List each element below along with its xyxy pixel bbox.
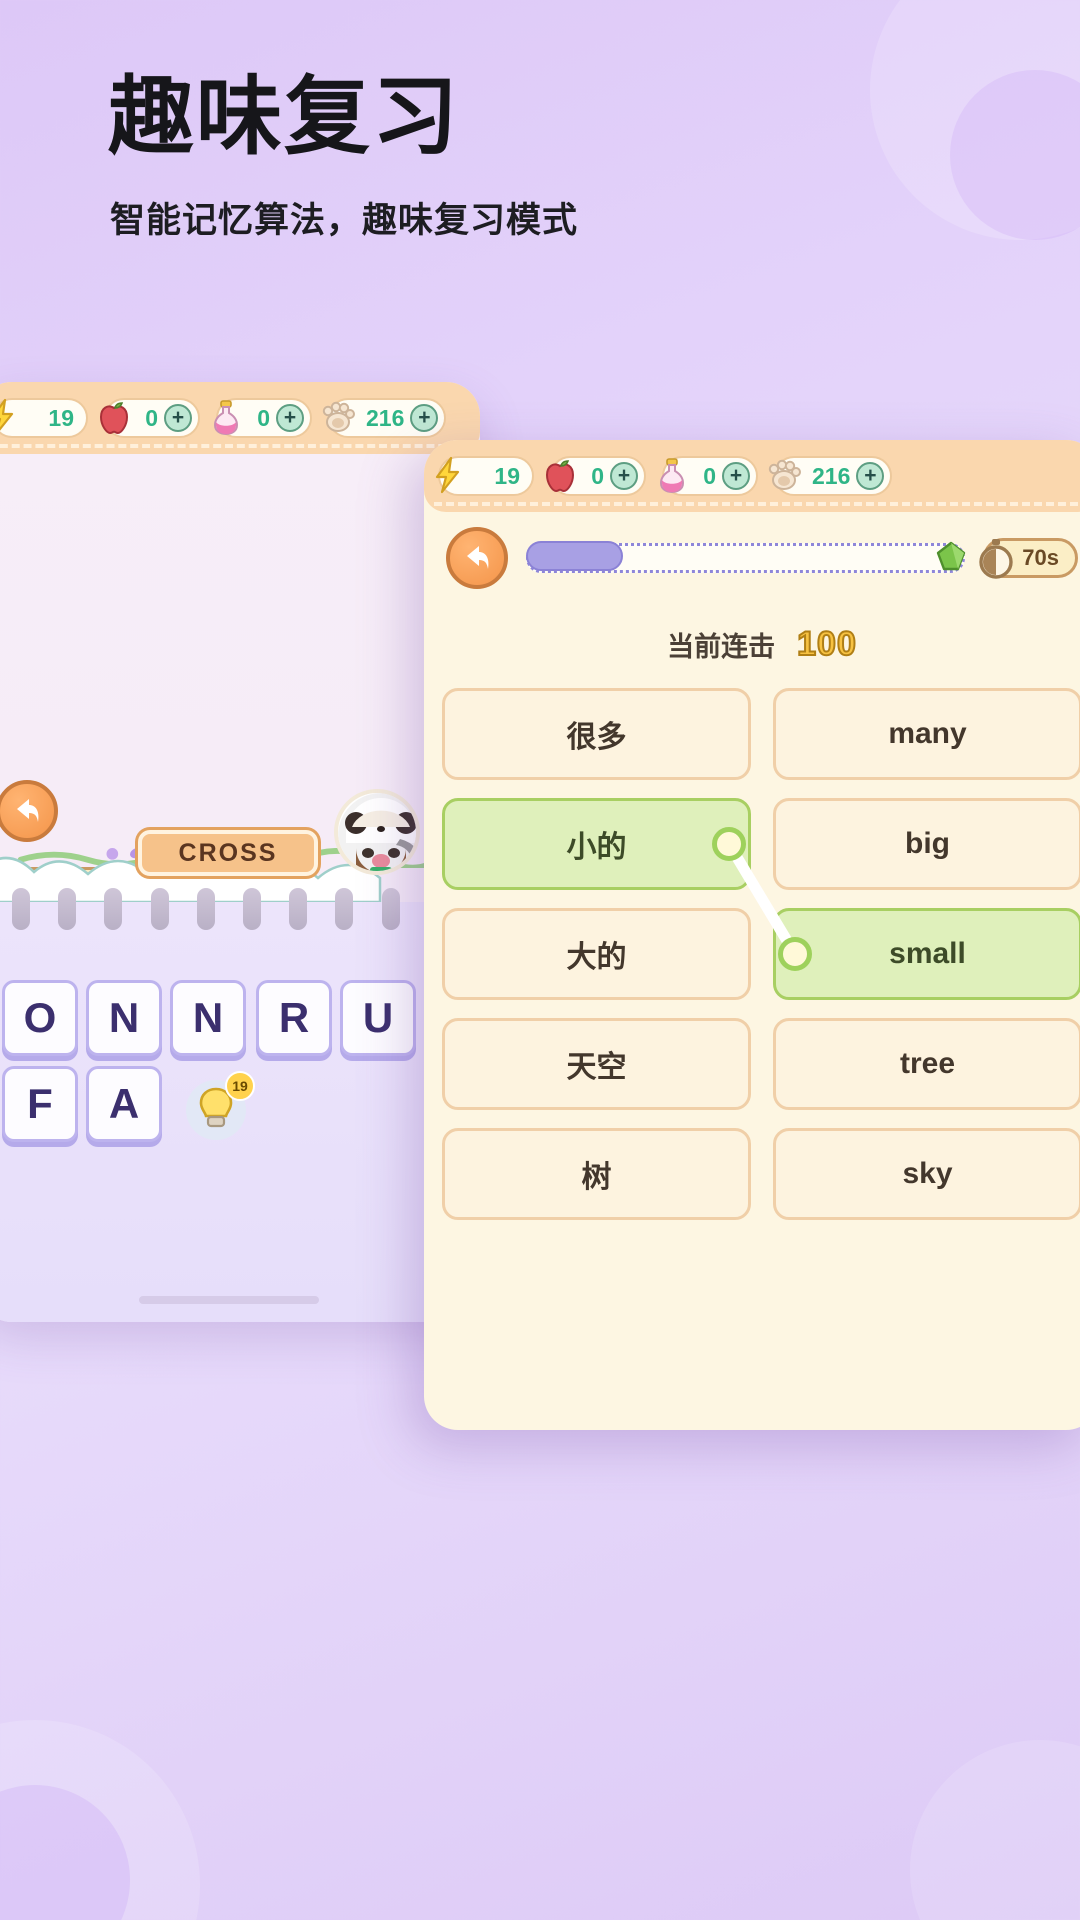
match-card-zh[interactable]: 很多 <box>442 688 751 780</box>
letter-tile[interactable]: A <box>86 1066 162 1142</box>
match-card-zh[interactable]: 大的 <box>442 908 751 1000</box>
resource-lightning-value: 19 <box>48 404 74 431</box>
ring <box>243 888 262 930</box>
resource-apple-value: 0 <box>145 404 158 431</box>
potion-icon <box>659 458 685 494</box>
combo-label: 当前连击 <box>667 632 776 662</box>
right-timer-value: 70s <box>1022 545 1059 570</box>
right-resource-lightning[interactable]: 19 <box>435 456 534 496</box>
right-resource-potion-value: 0 <box>703 462 716 489</box>
letter-tile[interactable]: N <box>170 980 246 1056</box>
home-indicator <box>139 1296 319 1304</box>
paw-icon <box>322 401 355 432</box>
right-resource-lightning-value: 19 <box>494 462 520 489</box>
resource-paw-add-button[interactable]: + <box>410 404 439 432</box>
match-card-en[interactable]: small <box>773 908 1080 1000</box>
hint-button[interactable]: 19 <box>183 1071 255 1143</box>
decor-blob-top-right-2 <box>950 70 1080 240</box>
ring <box>381 888 400 930</box>
right-resource-potion-add-button[interactable]: + <box>722 462 750 490</box>
apple-icon <box>545 460 575 493</box>
decor-blob-top-right <box>870 0 1080 240</box>
resource-lightning[interactable]: 19 <box>0 398 88 438</box>
resource-potion-add-button[interactable]: + <box>276 404 304 432</box>
resource-paw-value: 216 <box>366 404 405 431</box>
mode-banner: CROSS <box>138 830 318 876</box>
resource-potion[interactable]: 0 + <box>213 398 312 438</box>
decor-blob-bottom-left-2 <box>0 1785 130 1920</box>
right-resource-apple[interactable]: 0 + <box>545 456 646 496</box>
apple-icon <box>99 402 129 435</box>
avatar[interactable] <box>334 789 420 875</box>
paw-icon <box>768 459 801 490</box>
decor-blob-bottom-right <box>910 1740 1080 1920</box>
right-resource-paw-add-button[interactable]: + <box>856 462 885 490</box>
potion-icon <box>213 400 239 436</box>
letter-tile[interactable]: R <box>256 980 332 1056</box>
progress-fill <box>526 541 623 571</box>
ring <box>289 888 308 930</box>
combo-indicator: 当前连击 100 <box>424 624 1080 664</box>
letter-tile[interactable]: N <box>86 980 162 1056</box>
right-resource-apple-value: 0 <box>591 462 604 489</box>
letter-tile[interactable]: O <box>2 980 78 1056</box>
right-control-row: 70s <box>424 518 1080 598</box>
right-timer-chip: 70s <box>979 538 1078 579</box>
lightning-icon <box>0 398 14 431</box>
match-pairs-grid[interactable]: 很多 many 小的 big 大的 small 天空 tree 树 sky <box>442 688 1080 1220</box>
match-card-zh[interactable]: 天空 <box>442 1018 751 1110</box>
decor-blob-bottom-left <box>0 1720 200 1920</box>
level-progress-bar[interactable] <box>526 541 966 575</box>
match-card-en[interactable]: many <box>773 688 1080 780</box>
resource-apple[interactable]: 0 + <box>99 398 200 438</box>
back-arrow-icon <box>17 799 39 822</box>
lightning-icon <box>435 456 460 494</box>
left-resource-bar: 19 0 + 0 + 216 + <box>0 382 480 454</box>
stopwatch-icon <box>979 539 1013 579</box>
ring <box>196 888 215 930</box>
link-node-start <box>712 827 746 861</box>
letter-tray: ONNRUFA 19 <box>0 888 480 1322</box>
resource-potion-value: 0 <box>257 404 270 431</box>
right-resource-potion[interactable]: 0 + <box>659 456 758 496</box>
ring <box>12 888 31 930</box>
right-resource-paw[interactable]: 216 + <box>768 456 893 496</box>
match-card-en[interactable]: tree <box>773 1018 1080 1110</box>
link-node-end <box>778 937 812 971</box>
match-card-en[interactable]: big <box>773 798 1080 890</box>
ring <box>335 888 354 930</box>
right-resource-bar: 19 0 + 0 + 216 + <box>424 440 1080 512</box>
notebook-rings <box>0 888 480 934</box>
left-phone-screen: 19 0 + 0 + 216 + O N N R U F A 19 CROSS <box>0 382 480 1322</box>
right-resource-paw-value: 216 <box>812 462 851 489</box>
ring <box>150 888 169 930</box>
hint-count-badge: 19 <box>225 1071 255 1101</box>
right-back-button[interactable] <box>446 527 508 589</box>
match-card-zh[interactable]: 小的 <box>442 798 751 890</box>
ring <box>104 888 123 930</box>
page-title: 趣味复习 <box>108 69 460 165</box>
match-card-zh[interactable]: 树 <box>442 1128 751 1220</box>
resource-apple-add-button[interactable]: + <box>164 404 192 432</box>
ring <box>58 888 77 930</box>
combo-value: 100 <box>796 624 857 664</box>
match-card-en[interactable]: sky <box>773 1128 1080 1220</box>
back-arrow-icon <box>467 546 489 569</box>
letter-tile[interactable]: U <box>340 980 416 1056</box>
letter-tile[interactable]: F <box>2 1066 78 1142</box>
gem-icon <box>937 541 966 571</box>
right-phone-screen: 19 0 + 0 + 216 + 70s 当前连击 100 很多 many 小的… <box>424 440 1080 1430</box>
right-resource-apple-add-button[interactable]: + <box>610 462 638 490</box>
page-subtitle: 智能记忆算法，趣味复习模式 <box>110 201 579 240</box>
resource-paw[interactable]: 216 + <box>322 398 447 438</box>
